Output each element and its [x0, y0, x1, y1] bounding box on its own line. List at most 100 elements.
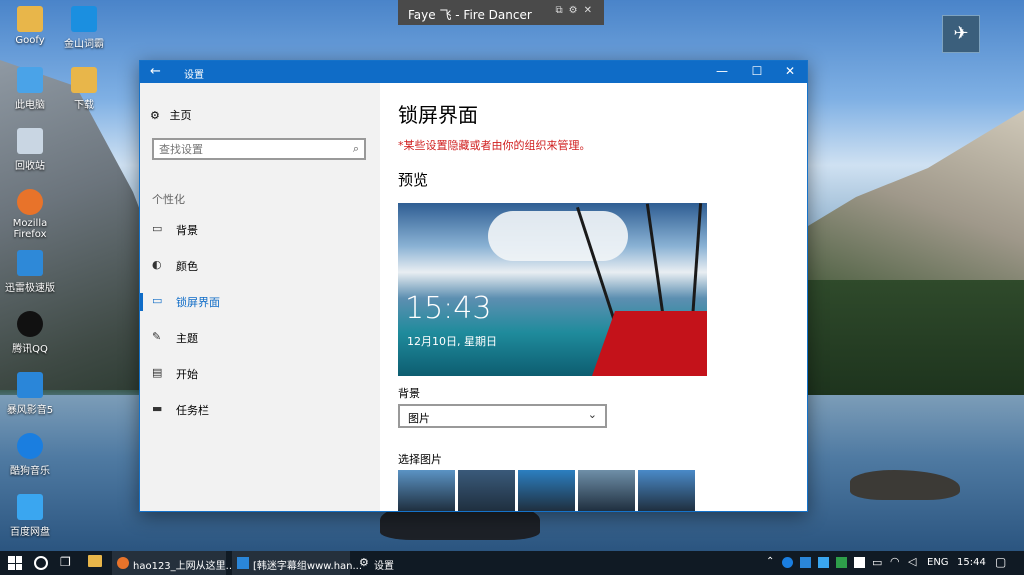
- battery-icon[interactable]: ▭: [872, 556, 882, 569]
- desktop-icon-baidu-disk[interactable]: 百度网盘: [0, 494, 60, 538]
- back-arrow-icon[interactable]: ←: [150, 64, 161, 79]
- cortana-icon[interactable]: [34, 556, 48, 570]
- file-explorer-icon[interactable]: [88, 555, 102, 567]
- sidebar-item-lock-screen[interactable]: ▭ 锁屏界面: [140, 287, 380, 317]
- qq-icon: [17, 311, 43, 337]
- desktop-icon-dictionary[interactable]: 金山词霸: [54, 6, 114, 50]
- sidebar-item-label: 任务栏: [176, 404, 209, 417]
- wifi-icon[interactable]: ◠: [890, 555, 900, 568]
- firefox-icon: [117, 557, 129, 569]
- recycle-bin-icon: [17, 128, 43, 154]
- preview-time: 15:43: [405, 291, 492, 326]
- desktop-wallpaper: Goofy 金山词霸 此电脑 下载 回收站 Mozilla Firefox 迅雷…: [0, 0, 1024, 551]
- computer-icon: [17, 67, 43, 93]
- sidebar-item-themes[interactable]: ✎ 主题: [140, 323, 380, 353]
- sidebar-item-start[interactable]: ▤ 开始: [140, 359, 380, 389]
- taskbar-task-media[interactable]: [韩迷字幕组www.han...: [232, 551, 362, 575]
- sidebar-item-label: 颜色: [176, 260, 198, 273]
- desktop-icon-this-pc[interactable]: 此电脑: [0, 67, 60, 111]
- notification-icon[interactable]: ▢: [995, 555, 1006, 569]
- language-indicator[interactable]: ENG: [927, 557, 949, 568]
- search-input[interactable]: [154, 140, 344, 159]
- desktop-icon-label: 酷狗音乐: [10, 466, 50, 477]
- theme-icon: ✎: [152, 330, 162, 343]
- sidebar-item-label: 开始: [176, 368, 198, 381]
- desktop-icon-label: Mozilla Firefox: [12, 218, 48, 240]
- tray-app-icon[interactable]: [836, 557, 847, 568]
- background-icon: ▭: [152, 222, 163, 235]
- picture-thumbnail[interactable]: [458, 470, 515, 511]
- sidebar-item-label: 主题: [176, 332, 198, 345]
- choose-picture-label: 选择图片: [398, 453, 442, 466]
- lock-screen-preview: 15:43 12月10日, 星期日: [398, 203, 707, 376]
- sidebar-item-label: 锁屏界面: [176, 296, 220, 309]
- music-widget-controls[interactable]: ⧉⚙✕: [556, 5, 598, 16]
- desktop-icon-recycle-bin[interactable]: 回收站: [0, 128, 60, 172]
- desktop-icon-thunder[interactable]: 迅雷极速版: [0, 250, 60, 294]
- folder-icon: [71, 67, 97, 93]
- sidebar-item-colors[interactable]: ◐ 颜色: [140, 251, 380, 281]
- picture-thumbnail[interactable]: [578, 470, 635, 511]
- desktop-icon-qq[interactable]: 腾讯QQ: [0, 311, 60, 355]
- chevron-up-icon[interactable]: ⌃: [766, 556, 774, 567]
- gear-icon: ⚙: [150, 109, 160, 122]
- desktop-icon-kugou[interactable]: 酷狗音乐: [0, 433, 60, 477]
- desktop-icon-label: 迅雷极速版: [5, 283, 55, 294]
- minimize-icon[interactable]: —: [707, 64, 737, 78]
- cloud-disk-icon: [17, 494, 43, 520]
- picture-thumbnail[interactable]: [638, 470, 695, 511]
- maximize-icon[interactable]: ☐: [742, 64, 772, 78]
- desktop-icon-firefox[interactable]: Mozilla Firefox: [0, 189, 60, 240]
- picture-thumbnail[interactable]: [398, 470, 455, 511]
- taskbar-task-label: [韩迷字幕组www.han...: [253, 561, 363, 572]
- tray-app-icon[interactable]: [800, 557, 811, 568]
- title-bar[interactable]: ← 设置 — ☐ ✕: [140, 61, 807, 83]
- kugou-icon: [17, 433, 43, 459]
- tray-app-icon[interactable]: [818, 557, 829, 568]
- sidebar-item-taskbar[interactable]: ▬ 任务栏: [140, 395, 380, 425]
- sidebar-item-background[interactable]: ▭ 背景: [140, 215, 380, 245]
- taskbar: ❐ hao123_上网从这里... [韩迷字幕组www.han... ⚙ 设置 …: [0, 551, 1024, 575]
- desktop-icon-label: 下载: [74, 100, 94, 111]
- desktop-icon-label: 金山词霸: [64, 39, 104, 50]
- palette-icon: ◐: [152, 258, 162, 271]
- sidebar-item-label: 主页: [169, 109, 192, 122]
- taskbar-task-label: hao123_上网从这里...: [133, 561, 236, 572]
- taskbar-task-firefox[interactable]: hao123_上网从这里...: [112, 551, 235, 575]
- music-widget-title: Faye 飞 - Fire Dancer: [408, 8, 532, 22]
- desktop-icon-label: 百度网盘: [10, 527, 50, 538]
- thunder-icon: [17, 250, 43, 276]
- window-title: 设置: [184, 70, 204, 81]
- bird-app-icon[interactable]: ✈: [942, 15, 980, 53]
- taskbar-icon: ▬: [152, 402, 163, 415]
- preview-date: 12月10日, 星期日: [407, 335, 497, 348]
- windows-start-icon[interactable]: [8, 556, 22, 570]
- preview-heading: 预览: [398, 171, 429, 189]
- close-icon[interactable]: ✕: [775, 64, 805, 78]
- sidebar-item-home[interactable]: ⚙ 主页: [150, 107, 192, 123]
- desktop-icon-label: 暴风影音5: [6, 405, 54, 416]
- volume-icon[interactable]: ◁: [908, 555, 916, 568]
- background-select[interactable]: 图片 ⌄: [398, 404, 607, 428]
- picture-thumbnail[interactable]: [518, 470, 575, 511]
- gear-icon: ⚙: [359, 556, 369, 569]
- media-player-icon: [237, 557, 249, 569]
- page-title: 锁屏界面: [398, 103, 478, 127]
- desktop-icon-media-player[interactable]: 暴风影音5: [0, 372, 60, 416]
- folder-icon: [17, 6, 43, 32]
- desktop-icon-downloads[interactable]: 下载: [54, 67, 114, 111]
- taskbar-task-label: 设置: [374, 561, 394, 572]
- task-view-icon[interactable]: ❐: [60, 555, 71, 569]
- search-icon[interactable]: ⌕: [353, 142, 359, 156]
- settings-search[interactable]: ⌕: [152, 138, 366, 160]
- tray-app-icon[interactable]: [854, 557, 865, 568]
- settings-sidebar: ⚙ 主页 ⌕ 个性化 ▭ 背景 ◐ 颜色 ▭ 锁屏界面 ✎ 主题: [140, 83, 380, 511]
- music-widget[interactable]: Faye 飞 - Fire Dancer ⧉⚙✕: [398, 0, 604, 25]
- desktop-icon-goofy[interactable]: Goofy: [0, 6, 60, 46]
- background-select-value: 图片: [408, 412, 430, 425]
- taskbar-task-settings[interactable]: ⚙ 设置: [354, 551, 414, 575]
- tray-app-icon[interactable]: [782, 557, 793, 568]
- clock[interactable]: 15:44: [957, 557, 986, 568]
- desktop-icon-label: 腾讯QQ: [12, 344, 48, 355]
- sidebar-item-label: 背景: [176, 224, 198, 237]
